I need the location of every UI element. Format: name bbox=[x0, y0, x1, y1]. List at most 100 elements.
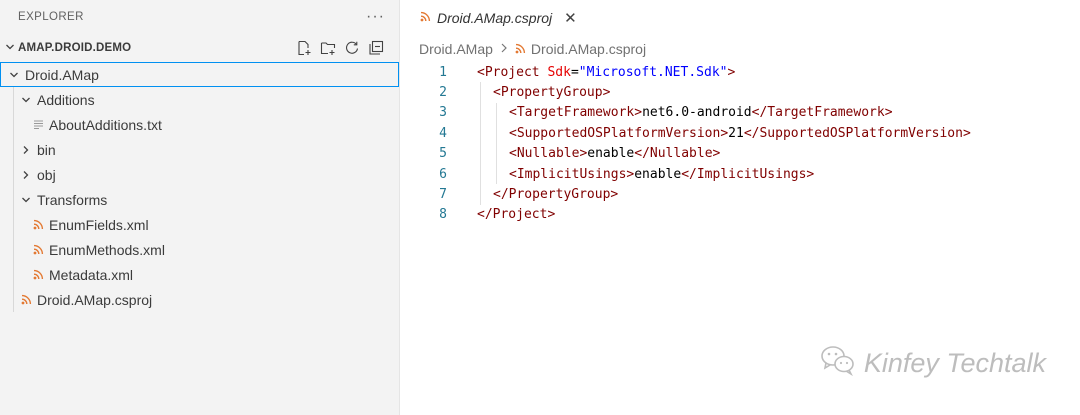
workspace-title: AMAP.DROID.DEMO bbox=[18, 42, 132, 54]
line-number: 3 bbox=[439, 105, 447, 121]
code-line: 2 <PropertyGroup> bbox=[400, 82, 1080, 102]
code-token: </PropertyGroup> bbox=[493, 187, 619, 203]
line-number: 4 bbox=[439, 125, 447, 141]
breadcrumb-folder[interactable]: Droid.AMap bbox=[419, 41, 493, 57]
new-folder-icon[interactable] bbox=[319, 39, 337, 57]
code-line: 1 <Project Sdk="Microsoft.NET.Sdk"> bbox=[400, 62, 1080, 82]
code-token: > bbox=[727, 64, 736, 80]
tree-item[interactable]: Droid.AMap.csproj bbox=[0, 287, 399, 312]
text-file-icon bbox=[30, 117, 46, 133]
breadcrumb-file[interactable]: Droid.AMap.csproj bbox=[531, 41, 646, 57]
code-token: <Project bbox=[477, 64, 548, 80]
collapse-all-icon[interactable] bbox=[367, 39, 385, 57]
watermark: Kinfey Techtalk bbox=[820, 344, 1046, 383]
code-token: </ImplicitUsings> bbox=[681, 166, 815, 182]
new-file-icon[interactable] bbox=[295, 39, 313, 57]
file-tree: Droid.AMap Additions AboutAdditions.txt bin… bbox=[0, 62, 399, 312]
tree-item-label: obj bbox=[37, 166, 56, 183]
tree-item[interactable]: EnumMethods.xml bbox=[0, 237, 399, 262]
code-token: <PropertyGroup> bbox=[493, 85, 611, 101]
tree-item-label: Additions bbox=[37, 91, 95, 108]
indent-guide bbox=[13, 87, 14, 312]
explorer-sidebar: EXPLORER ··· AMAP.DROID.DEMO Droid.AMap A… bbox=[0, 0, 400, 415]
editor-area: Droid.AMap.csproj ✕ Droid.AMap Droid.AMa… bbox=[400, 0, 1080, 415]
xml-file-icon bbox=[30, 217, 46, 233]
line-number: 2 bbox=[439, 85, 447, 101]
code-token: <SupportedOSPlatformVersion> bbox=[509, 125, 729, 141]
xml-file-icon bbox=[420, 11, 431, 24]
code-token: Sdk bbox=[547, 64, 571, 80]
more-actions-icon[interactable]: ··· bbox=[366, 8, 385, 26]
tree-item[interactable]: EnumFields.xml bbox=[0, 212, 399, 237]
close-icon[interactable]: ✕ bbox=[564, 9, 577, 27]
line-number: 7 bbox=[439, 187, 447, 203]
tree-item-label: Metadata.xml bbox=[49, 266, 134, 283]
chevron-right-icon bbox=[500, 41, 508, 56]
code-token: <TargetFramework> bbox=[509, 105, 643, 121]
refresh-icon[interactable] bbox=[343, 39, 361, 57]
chevron-right-icon bbox=[18, 167, 34, 183]
workspace-section-header[interactable]: AMAP.DROID.DEMO bbox=[0, 34, 399, 62]
code-token: = bbox=[570, 64, 579, 80]
code-text: <PropertyGroup> bbox=[477, 85, 610, 100]
code-text: </Project> bbox=[477, 207, 555, 222]
code-text: <ImplicitUsings>enable</ImplicitUsings> bbox=[477, 167, 814, 182]
tree-item-label: Droid.AMap bbox=[25, 66, 99, 83]
tab-droid-amap-csproj[interactable]: Droid.AMap.csproj ✕ bbox=[400, 0, 589, 35]
explorer-header: EXPLORER ··· bbox=[0, 0, 399, 34]
code-token: </Nullable> bbox=[634, 146, 721, 162]
code-token: </SupportedOSPlatformVersion> bbox=[743, 125, 971, 141]
line-number: 6 bbox=[439, 166, 447, 182]
line-number: 8 bbox=[439, 207, 447, 223]
tree-item[interactable]: bin bbox=[0, 137, 399, 162]
tree-item[interactable]: obj bbox=[0, 162, 399, 187]
tab-label: Droid.AMap.csproj bbox=[437, 9, 553, 26]
tree-item[interactable]: Transforms bbox=[0, 187, 399, 212]
chevron-down-icon bbox=[18, 92, 34, 108]
code-line: 4 <SupportedOSPlatformVersion>21</Support… bbox=[400, 123, 1080, 143]
code-token: <ImplicitUsings> bbox=[509, 166, 635, 182]
tree-item-label: AboutAdditions.txt bbox=[49, 116, 162, 133]
code-text: </PropertyGroup> bbox=[477, 187, 618, 202]
code-token: </TargetFramework> bbox=[751, 105, 893, 121]
xml-file-icon bbox=[18, 292, 34, 308]
code-text: <Nullable>enable</Nullable> bbox=[477, 146, 720, 161]
code-token: 21 bbox=[728, 125, 744, 141]
tab-bar: Droid.AMap.csproj ✕ bbox=[400, 0, 1080, 35]
xml-file-icon bbox=[30, 242, 46, 258]
code-editor[interactable]: 1 <Project Sdk="Microsoft.NET.Sdk"> 2 <Prop… bbox=[400, 62, 1080, 225]
code-token: </Project> bbox=[477, 207, 556, 223]
tree-item[interactable]: Additions bbox=[0, 87, 399, 112]
code-token: net6.0-android bbox=[642, 105, 752, 121]
tree-item-label: Transforms bbox=[37, 191, 108, 208]
xml-file-icon bbox=[30, 267, 46, 283]
tree-item[interactable]: Droid.AMap bbox=[0, 62, 399, 87]
line-number: 1 bbox=[439, 64, 447, 80]
code-token: <Nullable> bbox=[509, 146, 588, 162]
code-line: 3 <TargetFramework>net6.0-android</Target… bbox=[400, 103, 1080, 123]
code-line: 6 <ImplicitUsings>enable</ImplicitUsings> bbox=[400, 164, 1080, 184]
line-number: 5 bbox=[439, 146, 447, 162]
code-token: "Microsoft.NET.Sdk" bbox=[578, 64, 728, 80]
tree-item-label: EnumMethods.xml bbox=[49, 241, 165, 258]
indent-guide bbox=[480, 82, 481, 205]
wechat-logo-icon bbox=[820, 344, 856, 383]
explorer-title: EXPLORER bbox=[18, 11, 84, 23]
tree-item[interactable]: Metadata.xml bbox=[0, 262, 399, 287]
watermark-text: Kinfey Techtalk bbox=[863, 348, 1046, 378]
tree-item-label: Droid.AMap.csproj bbox=[37, 291, 153, 308]
tree-item-label: bin bbox=[37, 141, 56, 158]
code-line: 7 </PropertyGroup> bbox=[400, 184, 1080, 204]
indent-guide bbox=[496, 102, 497, 185]
xml-file-icon bbox=[515, 41, 526, 57]
tree-item[interactable]: AboutAdditions.txt bbox=[0, 112, 399, 137]
code-token: enable bbox=[587, 146, 635, 162]
code-token: enable bbox=[634, 166, 682, 182]
code-text: <SupportedOSPlatformVersion>21</Supporte… bbox=[477, 126, 971, 141]
code-line: 5 <Nullable>enable</Nullable> bbox=[400, 144, 1080, 164]
chevron-right-icon bbox=[18, 142, 34, 158]
chevron-down-icon bbox=[2, 42, 18, 55]
chevron-down-icon bbox=[18, 192, 34, 208]
chevron-down-icon bbox=[6, 67, 22, 83]
code-text: <Project Sdk="Microsoft.NET.Sdk"> bbox=[477, 65, 735, 80]
